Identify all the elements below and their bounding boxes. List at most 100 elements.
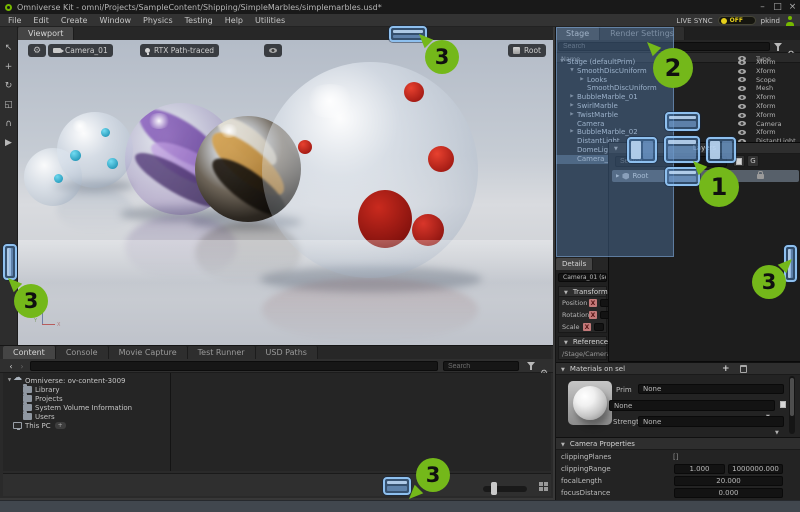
content-tree-row[interactable]: Library xyxy=(3,385,170,394)
collapse-arrow-icon[interactable] xyxy=(561,440,565,448)
content-tree-row[interactable]: ▼ Omniverse: ov-content-3009 xyxy=(3,376,170,385)
content-file-area[interactable] xyxy=(171,373,551,471)
visibility-eye-icon[interactable] xyxy=(738,86,746,91)
menu-item[interactable]: Testing xyxy=(185,16,213,25)
clipping-range-min-field[interactable]: 1.000 xyxy=(674,464,725,474)
live-sync-toggle[interactable]: OFF xyxy=(718,16,756,25)
expand-arrow-icon[interactable]: ▼ xyxy=(6,378,13,383)
open-material-icon[interactable] xyxy=(780,401,786,408)
tool-button[interactable]: ∩ xyxy=(2,117,16,130)
tab-details[interactable]: Details xyxy=(556,258,593,270)
tool-button[interactable]: ◱ xyxy=(2,98,16,111)
tool-button[interactable]: ↻ xyxy=(2,79,16,92)
global-button[interactable]: G xyxy=(747,155,759,167)
renderer-select-button[interactable]: RTX Path-traced xyxy=(140,44,219,57)
focus-distance-field[interactable]: 0.000 xyxy=(674,488,783,498)
dock-target-cluster-center[interactable] xyxy=(664,136,700,163)
visibility-eye-icon[interactable] xyxy=(738,69,746,74)
prim-type: Scope xyxy=(756,76,776,85)
back-button[interactable]: ‹ xyxy=(6,361,16,371)
visibility-menu-button[interactable] xyxy=(264,44,282,57)
slider-thumb[interactable] xyxy=(491,482,497,495)
dock-target-cluster-bottom[interactable] xyxy=(665,167,700,186)
dock-target-cluster-left[interactable] xyxy=(627,137,657,163)
user-avatar-icon[interactable] xyxy=(785,16,795,26)
trash-icon[interactable] xyxy=(740,365,747,373)
transform-value-field[interactable] xyxy=(594,323,604,331)
add-material-button[interactable]: + xyxy=(722,365,730,374)
menu-item[interactable]: Edit xyxy=(33,16,49,25)
collapse-arrow-icon[interactable] xyxy=(564,338,568,346)
path-bar-input[interactable] xyxy=(30,361,438,371)
content-tree-row[interactable]: System Volume Information xyxy=(3,403,170,412)
root-button-label: Root xyxy=(524,46,541,55)
scrollbar-thumb[interactable] xyxy=(790,378,794,416)
omniverse-logo-icon xyxy=(5,4,12,11)
camera-properties-title: Camera Properties xyxy=(570,440,635,448)
menu-item[interactable]: Utilities xyxy=(255,16,285,25)
tool-button[interactable]: ↖ xyxy=(2,41,16,54)
dock-target-left[interactable] xyxy=(3,244,17,280)
content-search-input[interactable] xyxy=(443,361,519,371)
content-tree-row[interactable]: Projects xyxy=(3,394,170,403)
dock-target-cluster-right[interactable] xyxy=(706,137,736,163)
menu-item[interactable]: Window xyxy=(99,16,131,25)
tool-button[interactable]: + xyxy=(2,60,16,73)
filter-icon[interactable] xyxy=(774,43,782,51)
menu-item[interactable]: Create xyxy=(61,16,88,25)
close-button[interactable]: × xyxy=(785,0,800,14)
clipping-range-max-field[interactable]: 1000000.000 xyxy=(728,464,783,474)
clear-transform-button[interactable]: X xyxy=(589,311,597,319)
visibility-eye-icon[interactable] xyxy=(738,113,746,118)
visibility-eye-icon[interactable] xyxy=(738,104,746,109)
content-tab[interactable]: USD Paths xyxy=(256,346,318,359)
tool-button[interactable]: ▶ xyxy=(2,136,16,149)
menu-item[interactable]: Physics xyxy=(143,16,173,25)
dock-target-bottom[interactable] xyxy=(383,477,411,495)
content-tab[interactable]: Console xyxy=(56,346,109,359)
content-tree-row[interactable]: This PC + xyxy=(3,421,170,430)
strength-dropdown[interactable]: None xyxy=(638,416,784,427)
minimize-button[interactable]: – xyxy=(755,0,770,14)
transform-row: Position X xyxy=(559,297,606,309)
clear-transform-button[interactable]: X xyxy=(589,299,597,307)
visibility-eye-icon[interactable] xyxy=(738,77,746,82)
viewport-render-area[interactable]: Camera_01 RTX Path-traced Root Y X xyxy=(18,40,553,345)
prim-type: Camera xyxy=(756,120,782,129)
menu-item[interactable]: Help xyxy=(225,16,243,25)
focal-length-field[interactable]: 20.000 xyxy=(674,476,783,486)
content-tab[interactable]: Test Runner xyxy=(188,346,256,359)
dock-target-cluster-top[interactable] xyxy=(665,112,700,131)
callout-1: 1 xyxy=(699,167,739,207)
tab-viewport[interactable]: Viewport xyxy=(18,27,74,40)
lock-icon[interactable] xyxy=(757,174,764,179)
root-button[interactable]: Root xyxy=(508,44,546,57)
root-icon xyxy=(513,47,520,54)
camera-select-button[interactable]: Camera_01 xyxy=(48,44,113,57)
menu-item[interactable]: File xyxy=(8,16,21,25)
visibility-eye-icon[interactable] xyxy=(738,121,746,126)
content-tree-row[interactable]: Users xyxy=(3,412,170,421)
prim-value-field[interactable]: None xyxy=(638,384,784,394)
clipping-planes-value[interactable]: [] xyxy=(673,453,678,461)
add-connection-badge[interactable]: + xyxy=(55,422,66,429)
chevron-down-icon[interactable] xyxy=(775,419,779,438)
content-tab[interactable]: Movie Capture xyxy=(109,346,188,359)
maximize-button[interactable]: □ xyxy=(770,0,785,14)
material-dropdown[interactable]: None xyxy=(609,400,775,411)
filter-icon[interactable] xyxy=(527,362,535,370)
thumbnail-size-slider[interactable] xyxy=(483,486,527,492)
content-tab[interactable]: Content xyxy=(3,346,56,359)
visibility-eye-icon[interactable] xyxy=(738,60,746,65)
viewport-settings-button[interactable] xyxy=(28,44,46,57)
marble-dot xyxy=(412,214,444,246)
visibility-eye-icon[interactable] xyxy=(738,95,746,100)
collapse-arrow-icon[interactable] xyxy=(561,365,565,373)
collapse-arrow-icon[interactable] xyxy=(564,288,568,296)
clear-transform-button[interactable]: X xyxy=(583,323,591,331)
callout-3-bottom: 3 xyxy=(416,458,450,492)
forward-button[interactable]: › xyxy=(17,361,27,371)
visibility-eye-icon[interactable] xyxy=(738,130,746,135)
grid-view-icon[interactable] xyxy=(539,482,543,486)
tree-item-label: Projects xyxy=(35,395,63,403)
